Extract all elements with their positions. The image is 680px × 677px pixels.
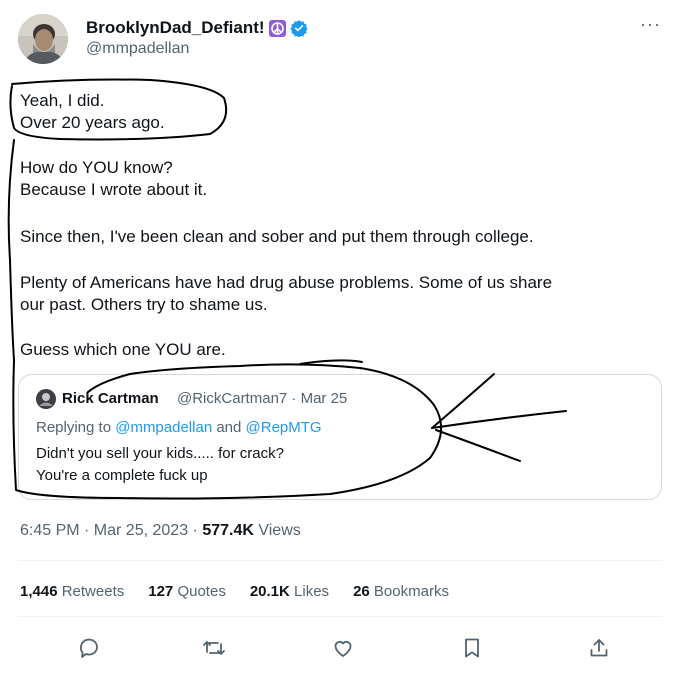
marker-outline-top-link	[299, 359, 363, 365]
author-handle[interactable]: @mmpadellan	[86, 40, 189, 58]
author-name[interactable]: BrooklynDad_Defiant!	[86, 18, 265, 38]
views-count: 577.4K	[202, 522, 254, 539]
views-label: Views	[253, 522, 301, 539]
replying-user-link[interactable]: @RepMTG	[246, 419, 322, 436]
quoted-author-name[interactable]: Rick Cartman	[62, 390, 159, 407]
reply-icon[interactable]	[77, 636, 101, 660]
like-icon[interactable]	[331, 636, 355, 660]
tweet-line: our past. Others try to shame us.	[20, 295, 268, 314]
quoted-text-line: Didn't you sell your kids..... for crack…	[36, 445, 284, 462]
tweet-line: Over 20 years ago.	[20, 113, 165, 132]
divider	[18, 616, 662, 617]
share-icon[interactable]	[587, 636, 611, 660]
tweet-line: Since then, I've been clean and sober an…	[20, 227, 534, 246]
author-name-row: BrooklynDad_Defiant!	[86, 18, 308, 38]
stat-retweets[interactable]: 1,446 Retweets	[20, 583, 124, 600]
retweet-icon[interactable]	[202, 636, 226, 660]
stat-likes[interactable]: 20.1K Likes	[250, 583, 329, 600]
tweet-line: Guess which one YOU are.	[20, 340, 226, 359]
divider	[18, 560, 662, 561]
avatar[interactable]	[18, 14, 68, 64]
quoted-avatar-icon	[36, 389, 56, 409]
replying-user-link[interactable]: @mmpadellan	[115, 419, 212, 436]
verified-badge-icon	[289, 19, 308, 37]
quoted-avatar	[36, 389, 56, 409]
tweet-line: Because I wrote about it.	[20, 180, 208, 199]
quoted-text-line: You're a complete fuck up	[36, 467, 208, 484]
avatar-photo-icon	[18, 14, 68, 64]
quoted-meta: @RickCartman7 · Mar 25	[177, 390, 348, 407]
bookmark-icon[interactable]	[460, 636, 484, 660]
peace-icon	[268, 19, 286, 37]
tweet-line: Yeah, I did.	[20, 91, 105, 110]
quoted-replying-to: Replying to @mmpadellan and @RepMTG	[36, 419, 322, 436]
stat-quotes[interactable]: 127 Quotes	[148, 583, 226, 600]
engagement-stats: 1,446 Retweets 127 Quotes 20.1K Likes 26…	[20, 583, 449, 600]
tweet-line: Plenty of Americans have had drug abuse …	[20, 273, 553, 292]
replying-and: and	[216, 419, 242, 436]
replying-prefix: Replying to	[36, 419, 112, 436]
tweet-line: How do YOU know?	[20, 158, 173, 177]
tweet-timestamp[interactable]: 6:45 PM · Mar 25, 2023 · 577.4K Views	[20, 522, 301, 540]
more-options-icon[interactable]: ···	[640, 14, 661, 35]
stat-bookmarks[interactable]: 26 Bookmarks	[353, 583, 449, 600]
time-date: 6:45 PM · Mar 25, 2023 ·	[20, 522, 203, 539]
